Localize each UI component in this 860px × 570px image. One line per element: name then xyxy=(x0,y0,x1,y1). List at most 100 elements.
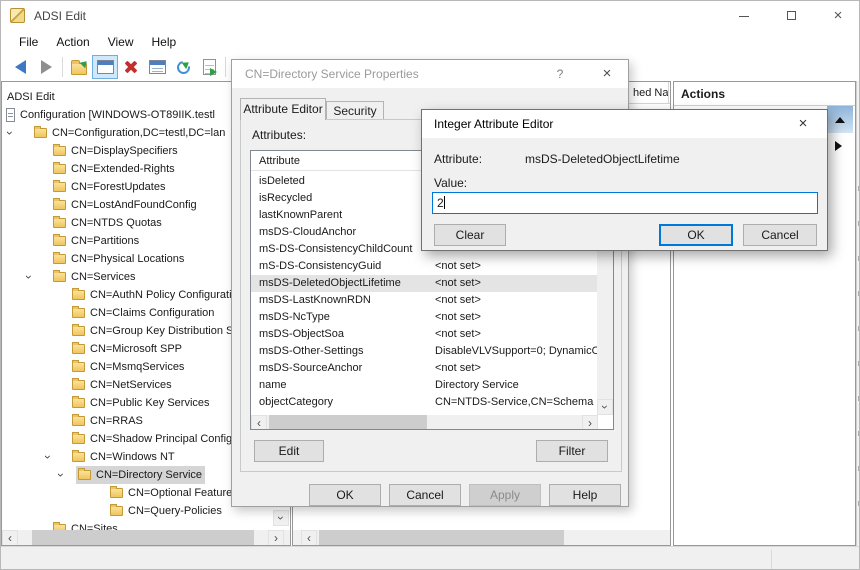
collapse-arrow-icon xyxy=(835,117,845,123)
attribute-name: msDS-CloudAnchor xyxy=(259,224,356,241)
dialog-help-button[interactable]: ? xyxy=(542,60,578,88)
cancel-button[interactable]: Cancel xyxy=(743,224,817,246)
close-button[interactable]: × xyxy=(821,4,855,28)
attribute-column-header[interactable]: Attribute xyxy=(259,151,300,171)
attribute-name: isDeleted xyxy=(259,173,305,190)
chevron-down-icon[interactable]: › xyxy=(20,275,38,279)
text-caret xyxy=(444,196,445,209)
attribute-row[interactable]: mS-DS-ConsistencyGuid<not set> xyxy=(251,258,597,275)
ok-button[interactable]: OK xyxy=(659,224,733,246)
attribute-name: mS-DS-ConsistencyGuid xyxy=(259,258,381,275)
folder-icon xyxy=(53,164,66,174)
scroll-left-button[interactable]: ‹ xyxy=(251,415,267,430)
folder-icon xyxy=(72,452,85,462)
dialog-close-button[interactable]: × xyxy=(783,110,823,138)
list-horizontal-scrollbar[interactable]: ‹ xyxy=(293,530,670,546)
attribute-row[interactable]: msDS-LastKnownRDN<not set> xyxy=(251,292,597,309)
chevron-down-icon[interactable]: › xyxy=(39,455,57,459)
up-one-level-icon[interactable] xyxy=(66,55,92,79)
scroll-right-button[interactable]: › xyxy=(268,530,284,546)
attribute-row[interactable]: msDS-NcType<not set> xyxy=(251,309,597,326)
menu-help[interactable]: Help xyxy=(143,33,186,51)
toolbar-separator xyxy=(225,57,226,77)
tree-item-label: ADSI Edit xyxy=(7,88,55,106)
attribute-list-horizontal-scrollbar[interactable]: ‹ › xyxy=(251,415,598,430)
filter-button[interactable]: Filter xyxy=(536,440,608,462)
folder-icon xyxy=(72,326,85,336)
tree-item-label: CN=Services xyxy=(71,268,136,286)
attribute-row[interactable]: msDS-Other-SettingsDisableVLVSupport=0; … xyxy=(251,343,597,360)
attribute-name: isRecycled xyxy=(259,190,312,207)
scroll-down-button[interactable]: › xyxy=(597,399,613,415)
attribute-row[interactable]: nameDirectory Service xyxy=(251,377,597,394)
folder-icon xyxy=(72,380,85,390)
scrollbar-thumb[interactable] xyxy=(269,415,427,430)
attribute-row[interactable]: msDS-SourceAnchor<not set> xyxy=(251,360,597,377)
tree-item-label: CN=Query-Policies xyxy=(128,502,222,520)
folder-icon xyxy=(110,488,123,498)
actions-collapse-band[interactable] xyxy=(827,106,853,133)
tree-scroll-down-button[interactable]: › xyxy=(273,510,289,526)
minimize-button[interactable] xyxy=(727,4,761,28)
menu-file[interactable]: File xyxy=(10,33,47,51)
dialog-title-bar: Integer Attribute Editor × xyxy=(422,110,827,138)
menu-view[interactable]: View xyxy=(99,33,143,51)
chevron-down-icon[interactable]: › xyxy=(52,473,70,477)
folder-icon xyxy=(53,200,66,210)
folder-icon xyxy=(53,218,66,228)
attribute-name: lastKnownParent xyxy=(259,207,342,224)
app-icon xyxy=(10,8,25,23)
folder-icon xyxy=(53,146,66,156)
attribute-value: Directory Service xyxy=(435,377,597,394)
scroll-left-button[interactable]: ‹ xyxy=(2,530,18,546)
properties-icon[interactable] xyxy=(144,55,170,79)
dialog-close-button[interactable]: × xyxy=(587,60,627,88)
value-input[interactable]: 2 xyxy=(432,192,818,214)
tree-item-label: CN=Public Key Services xyxy=(90,394,210,412)
scroll-left-button[interactable]: ‹ xyxy=(301,530,317,546)
attribute-row[interactable]: objectCategoryCN=NTDS-Service,CN=Schema xyxy=(251,394,597,411)
clear-button[interactable]: Clear xyxy=(434,224,506,246)
attribute-name: msDS-ObjectSoa xyxy=(259,326,344,343)
show-console-tree-icon[interactable] xyxy=(92,55,118,79)
ok-button[interactable]: OK xyxy=(309,484,381,506)
back-icon[interactable] xyxy=(7,55,33,79)
tree-item-label: CN=NTDS Quotas xyxy=(71,214,162,232)
attribute-name: msDS-SourceAnchor xyxy=(259,360,362,377)
folder-icon xyxy=(34,128,47,138)
more-actions-arrow-icon[interactable] xyxy=(835,141,842,151)
tab-attribute-editor[interactable]: Attribute Editor xyxy=(240,98,326,120)
folder-icon xyxy=(72,362,85,372)
window-title: ADSI Edit xyxy=(34,9,86,23)
attribute-row[interactable]: msDS-ObjectSoa<not set> xyxy=(251,326,597,343)
tree-item-label: CN=NetServices xyxy=(90,376,172,394)
edit-button[interactable]: Edit xyxy=(254,440,324,462)
menu-action[interactable]: Action xyxy=(47,33,98,51)
title-bar: ADSI Edit × xyxy=(1,1,860,31)
tree-horizontal-scrollbar[interactable]: ‹ › xyxy=(2,530,290,546)
chevron-down-icon[interactable]: › xyxy=(1,131,19,135)
folder-icon xyxy=(72,398,85,408)
help-button[interactable]: Help xyxy=(549,484,621,506)
scroll-right-button[interactable]: › xyxy=(582,415,598,430)
actions-panel-title: Actions xyxy=(674,82,855,106)
folder-icon xyxy=(53,236,66,246)
tree-item-label: CN=Optional Features xyxy=(128,484,238,502)
refresh-icon[interactable] xyxy=(170,55,196,79)
delete-icon[interactable] xyxy=(118,55,144,79)
attribute-name: msDS-Other-Settings xyxy=(259,343,364,360)
forward-icon[interactable] xyxy=(33,55,59,79)
tab-security[interactable]: Security xyxy=(326,101,384,120)
tree-item-label: CN=Shadow Principal Config xyxy=(90,430,232,448)
scrollbar-thumb[interactable] xyxy=(319,530,564,546)
tree-item-label: CN=Partitions xyxy=(71,232,139,250)
attribute-row[interactable]: msDS-DeletedObjectLifetime<not set> xyxy=(251,275,597,292)
tree-item-label: Configuration [WINDOWS-OT89IIK.testl xyxy=(20,106,215,124)
attribute-value: <not set> xyxy=(435,292,597,309)
cancel-button[interactable]: Cancel xyxy=(389,484,461,506)
export-list-icon[interactable] xyxy=(196,55,222,79)
maximize-button[interactable] xyxy=(774,4,808,28)
attribute-name: mS-DS-ConsistencyChildCount xyxy=(259,241,412,258)
scrollbar-thumb[interactable] xyxy=(32,530,254,546)
attribute-value: <not set> xyxy=(435,309,597,326)
